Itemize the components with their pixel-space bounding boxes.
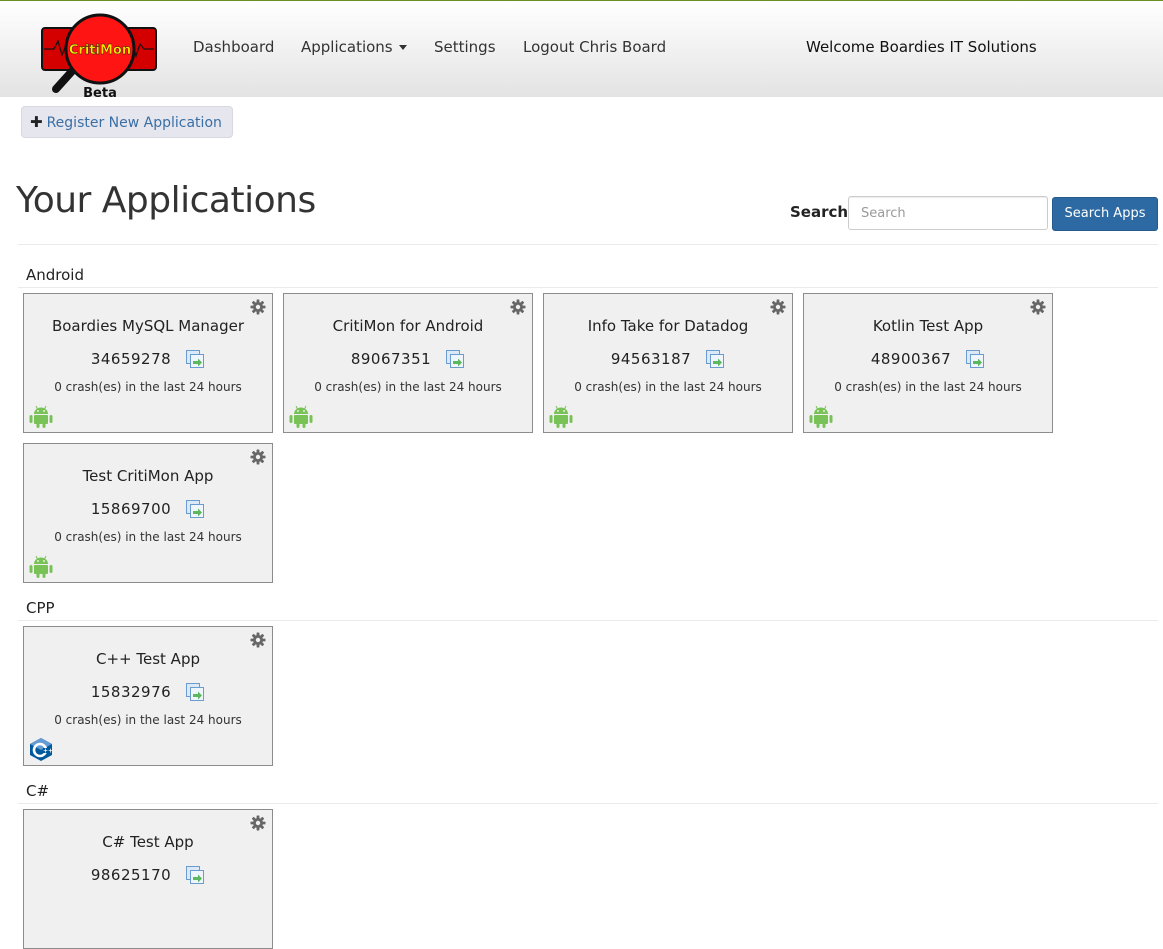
app-card[interactable]: C# Test App 98625170 <box>23 809 273 949</box>
copy-icon[interactable] <box>185 499 205 519</box>
nav-applications-dropdown[interactable]: Applications <box>301 37 407 57</box>
section-title-android: Android <box>26 266 84 284</box>
gear-icon[interactable] <box>510 299 526 315</box>
top-navbar: CritiMon Beta Dashboard Applications Set… <box>0 0 1163 99</box>
app-id: 98625170 <box>90 866 172 884</box>
register-new-application-button[interactable]: ✚ Register New Application <box>21 106 233 138</box>
copy-icon[interactable] <box>965 349 985 369</box>
android-icon <box>28 554 54 578</box>
app-id: 34659278 <box>90 350 172 368</box>
copy-icon[interactable] <box>705 349 725 369</box>
app-name: Boardies MySQL Manager <box>51 317 245 335</box>
gear-icon[interactable] <box>250 815 266 831</box>
welcome-text: Welcome Boardies IT Solutions <box>806 38 1037 56</box>
app-name: Test CritiMon App <box>82 467 214 485</box>
svg-text:++: ++ <box>43 748 53 755</box>
android-icon <box>28 404 54 428</box>
copy-icon[interactable] <box>185 349 205 369</box>
copy-icon[interactable] <box>445 349 465 369</box>
search-apps-button[interactable]: Search Apps <box>1052 197 1158 231</box>
divider <box>18 287 1158 288</box>
app-card[interactable]: Boardies MySQL Manager 34659278 0 crash(… <box>23 293 273 433</box>
divider <box>18 803 1158 804</box>
android-icon <box>288 404 314 428</box>
crash-count-text: 0 crash(es) in the last 24 hours <box>54 380 242 394</box>
plus-icon: ✚ <box>30 113 43 131</box>
gear-icon[interactable] <box>770 299 786 315</box>
crash-count-text: 0 crash(es) in the last 24 hours <box>54 713 242 727</box>
nav-dashboard[interactable]: Dashboard <box>193 37 274 57</box>
crash-count-text: 0 crash(es) in the last 24 hours <box>834 380 1022 394</box>
app-name: CritiMon for Android <box>332 317 484 335</box>
copy-icon[interactable] <box>185 682 205 702</box>
nav-logout[interactable]: Logout Chris Board <box>523 37 666 57</box>
critimon-logo[interactable]: CritiMon Beta <box>40 11 158 99</box>
app-id: 15832976 <box>90 683 172 701</box>
app-name: Info Take for Datadog <box>587 317 749 335</box>
page-title: Your Applications <box>16 180 316 221</box>
register-label: Register New Application <box>46 115 222 131</box>
crash-count-text: 0 crash(es) in the last 24 hours <box>314 380 502 394</box>
gear-icon[interactable] <box>1030 299 1046 315</box>
android-icon <box>808 404 834 428</box>
svg-text:CritiMon: CritiMon <box>69 43 131 58</box>
caret-down-icon <box>398 45 407 50</box>
app-card[interactable]: C++ Test App 15832976 0 crash(es) in the… <box>23 626 273 766</box>
section-title-csharp: C# <box>26 782 50 800</box>
copy-icon[interactable] <box>185 865 205 885</box>
gear-icon[interactable] <box>250 632 266 648</box>
crash-count-text: 0 crash(es) in the last 24 hours <box>574 380 762 394</box>
app-id: 48900367 <box>870 350 952 368</box>
divider <box>18 244 1158 245</box>
section-title-cpp: CPP <box>26 599 55 617</box>
cpp-icon: ++ <box>30 738 53 761</box>
search-input[interactable] <box>848 196 1048 230</box>
app-id: 15869700 <box>90 500 172 518</box>
app-name: C# Test App <box>102 833 194 851</box>
app-card[interactable]: Info Take for Datadog 94563187 0 crash(e… <box>543 293 793 433</box>
app-id: 89067351 <box>350 350 432 368</box>
divider <box>18 620 1158 621</box>
app-name: C++ Test App <box>96 650 200 668</box>
crash-count-text: 0 crash(es) in the last 24 hours <box>54 530 242 544</box>
nav-applications-label: Applications <box>301 38 393 56</box>
nav-settings[interactable]: Settings <box>434 37 496 57</box>
app-name: Kotlin Test App <box>872 317 984 335</box>
app-card[interactable]: Test CritiMon App 15869700 0 crash(es) i… <box>23 443 273 583</box>
svg-text:Beta: Beta <box>83 86 117 99</box>
search-label: Search: <box>790 203 855 221</box>
gear-icon[interactable] <box>250 299 266 315</box>
app-card[interactable]: Kotlin Test App 48900367 0 crash(es) in … <box>803 293 1053 433</box>
gear-icon[interactable] <box>250 449 266 465</box>
app-id: 94563187 <box>610 350 692 368</box>
app-card[interactable]: CritiMon for Android 89067351 0 crash(es… <box>283 293 533 433</box>
android-icon <box>548 404 574 428</box>
